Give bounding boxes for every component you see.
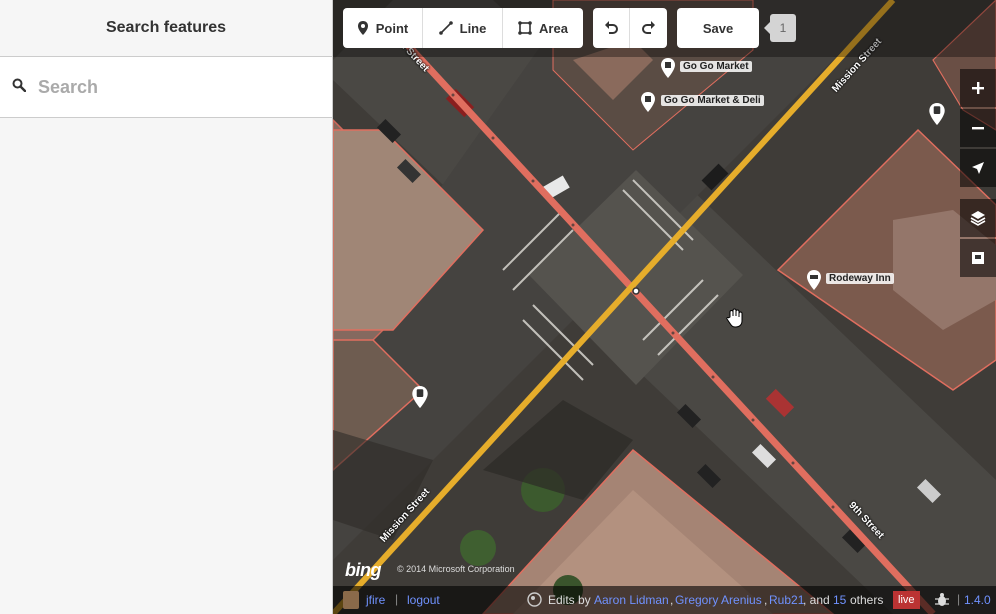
layers-icon (970, 211, 986, 226)
bing-logo: bing (345, 560, 382, 580)
edit-count-badge: 1 (764, 14, 796, 42)
user-link[interactable]: jfire (366, 593, 385, 607)
zoom-out-button[interactable] (960, 109, 996, 147)
footer-divider: | (957, 592, 961, 606)
others-count-link[interactable]: 15 (833, 593, 846, 607)
live-badge: live (893, 591, 920, 609)
area-icon (518, 21, 532, 35)
add-feature-group: Point Line Area (343, 8, 583, 48)
redo-button[interactable] (630, 8, 667, 48)
lodging-pin-icon[interactable] (807, 270, 821, 290)
plus-icon (972, 82, 984, 94)
contributor-link[interactable]: Gregory Arenius (675, 593, 762, 607)
and-label: , and (803, 593, 830, 607)
footer-bar: jfire | logout Edits by Aaron Lidman , G… (333, 586, 996, 614)
contributor-link[interactable]: Rub21 (769, 593, 804, 607)
point-icon (357, 21, 368, 35)
area-label: Area (539, 20, 568, 36)
imagery-copyright: © 2014 Microsoft Corporation (397, 564, 515, 574)
line-icon (438, 21, 453, 35)
map-data-button[interactable] (960, 239, 996, 277)
version-link[interactable]: 1.4.0 (964, 593, 991, 607)
others-label: others (850, 593, 884, 607)
edits-by-label: Edits by (548, 593, 591, 607)
zoom-in-button[interactable] (960, 69, 996, 107)
point-label: Point (375, 20, 409, 36)
locate-arrow-icon (972, 162, 984, 174)
search-bar (0, 57, 332, 118)
undo-icon (605, 21, 618, 34)
undo-redo-group (593, 8, 667, 48)
bus-stop-pin-icon[interactable] (929, 103, 945, 125)
map-data-icon (972, 252, 984, 264)
add-point-button[interactable]: Point (343, 8, 423, 48)
contributor-separator: , (764, 593, 768, 607)
sidebar: Search features (0, 0, 333, 614)
add-line-button[interactable]: Line (423, 8, 503, 48)
contributors-icon (527, 592, 542, 607)
avatar (343, 591, 359, 609)
contributor-separator: , (670, 593, 674, 607)
poi-label-go-go-market: Go Go Market (680, 61, 752, 72)
geolocate-button[interactable] (960, 149, 996, 187)
top-toolbar: Point Line Area Save (333, 0, 996, 57)
shop-pin-icon[interactable] (641, 92, 655, 112)
poi-label-go-go-market-deli: Go Go Market & Deli (661, 95, 764, 106)
add-area-button[interactable]: Area (503, 8, 583, 48)
undo-button[interactable] (593, 8, 630, 48)
logout-link[interactable]: logout (407, 593, 440, 607)
bug-report-icon[interactable] (933, 591, 951, 609)
hand-cursor-icon (726, 308, 743, 328)
search-icon (12, 78, 27, 97)
bus-stop-pin-icon[interactable] (412, 386, 428, 408)
background-layers-button[interactable] (960, 199, 996, 237)
aerial-imagery (333, 0, 996, 614)
footer-divider: | (395, 592, 399, 606)
sidebar-title: Search features (0, 0, 332, 57)
poi-label-rodeway-inn: Rodeway Inn (826, 273, 894, 284)
shop-pin-icon[interactable] (661, 58, 675, 78)
map-canvas[interactable]: Go Go Market Go Go Market & Deli Rodeway… (333, 0, 996, 614)
contributor-link[interactable]: Aaron Lidman (594, 593, 669, 607)
minus-icon (972, 127, 984, 130)
line-label: Line (459, 20, 487, 36)
search-input[interactable] (38, 76, 298, 98)
save-button[interactable]: Save (677, 8, 759, 48)
redo-icon (641, 21, 655, 34)
